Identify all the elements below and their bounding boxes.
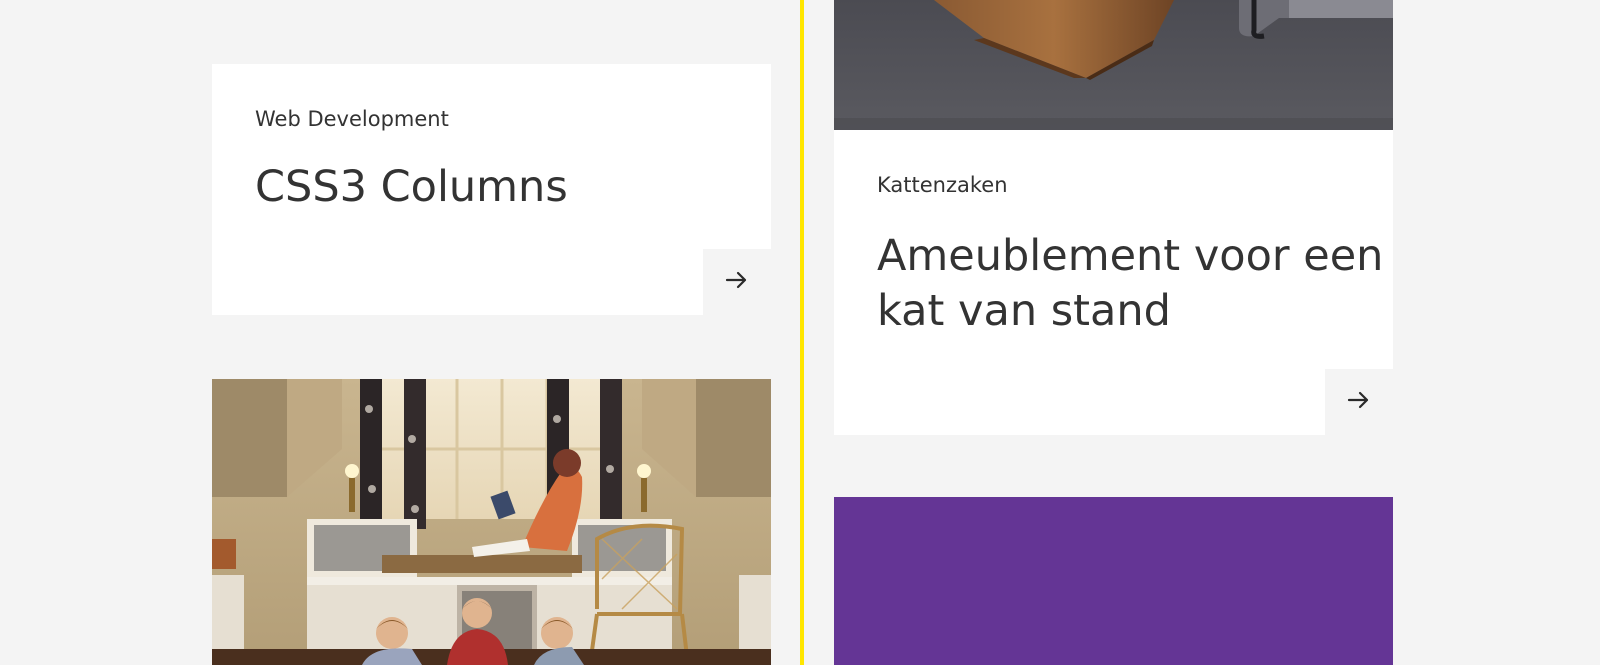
read-more-button[interactable] <box>1325 369 1393 435</box>
card-title[interactable]: Ameublement voor een kat van stand <box>877 229 1383 339</box>
read-more-button[interactable] <box>703 249 771 315</box>
article-card-css3-columns[interactable]: Web Development CSS3 Columns <box>212 64 771 315</box>
card-title[interactable]: CSS3 Columns <box>255 161 568 213</box>
photo-wooden-cat-furniture[interactable] <box>834 0 1393 130</box>
photo-children-in-living-room[interactable] <box>212 379 771 665</box>
card-category[interactable]: Web Development <box>255 107 449 131</box>
card-category[interactable]: Kattenzaken <box>877 173 1008 197</box>
arrow-right-icon <box>1347 390 1371 414</box>
featured-card-purple[interactable] <box>834 497 1393 665</box>
card-title-line-1: Ameublement voor een <box>877 231 1384 281</box>
article-card-kattenzaken[interactable]: Kattenzaken Ameublement voor een kat van… <box>834 130 1393 435</box>
column-divider <box>800 0 804 665</box>
arrow-right-icon <box>725 270 749 294</box>
card-title-line-2: kat van stand <box>877 286 1171 336</box>
